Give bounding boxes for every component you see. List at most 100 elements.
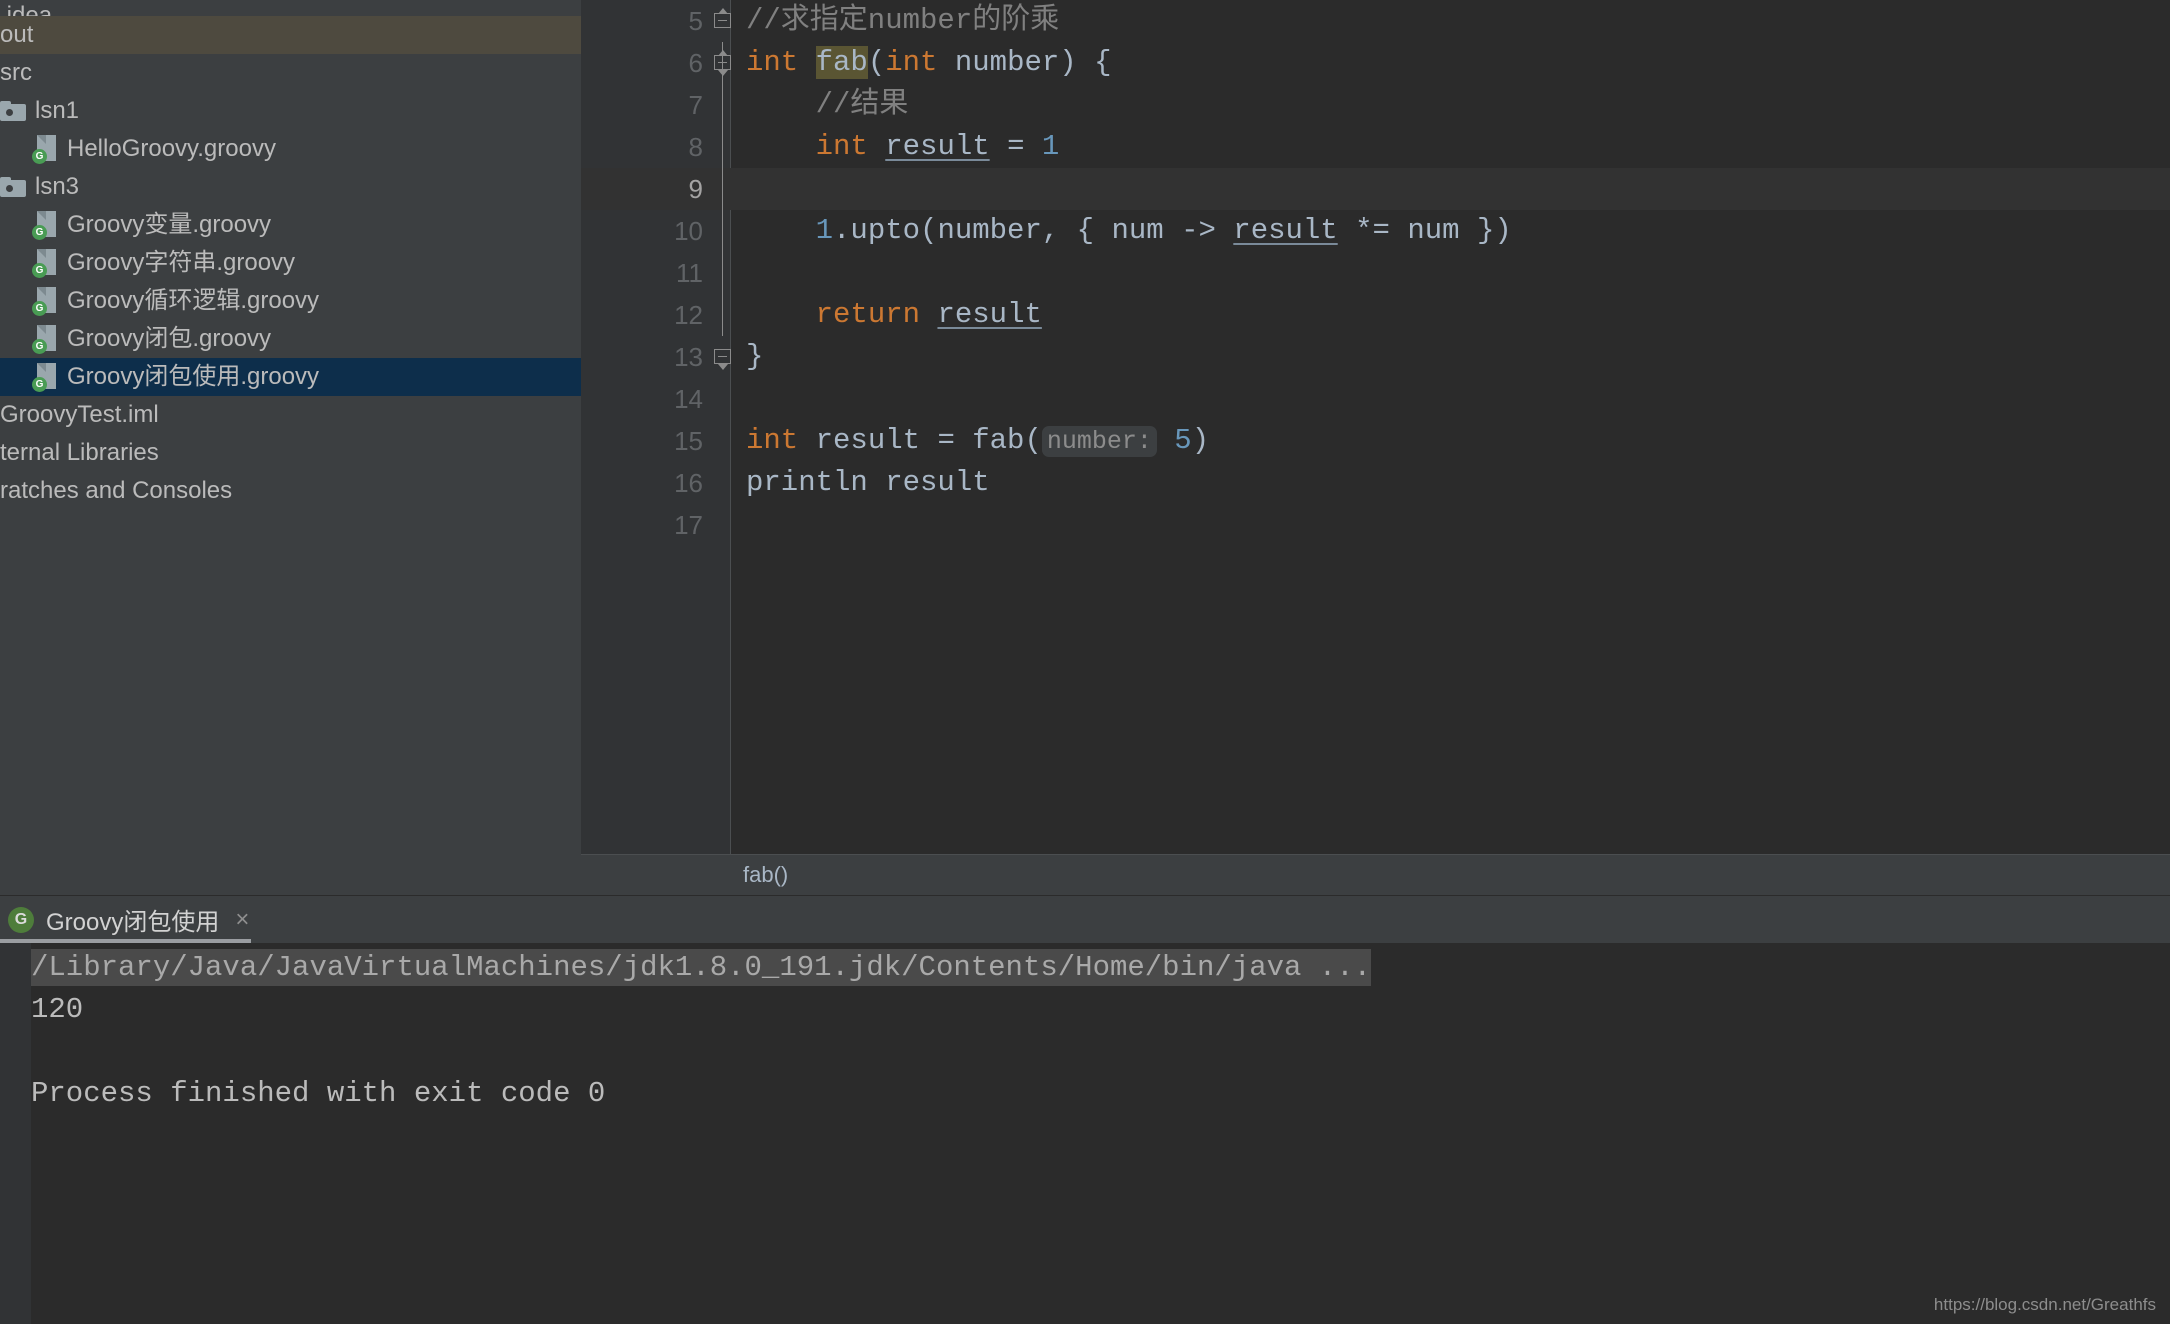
code-token: number:: [1041, 426, 1157, 457]
console-text[interactable]: /Library/Java/JavaVirtualMachines/jdk1.8…: [31, 943, 2170, 1324]
code-text: //结果: [746, 84, 909, 126]
watermark: https://blog.csdn.net/Greathfs: [1933, 1295, 2156, 1314]
tree-item-label: lsn1: [35, 97, 80, 124]
line-number: 15: [674, 426, 703, 456]
code-text: int result = fab(number: 5): [746, 420, 1209, 463]
tree-item[interactable]: G Groovy变量.groovy: [0, 206, 581, 244]
fold-guide-line: [722, 210, 723, 252]
console-gutter: [0, 943, 31, 1324]
tree-item[interactable]: G Groovy闭包使用.groovy: [0, 358, 581, 396]
code-token: .upto(number, { num ->: [833, 214, 1234, 247]
line-number: 13: [674, 342, 703, 372]
code-line[interactable]: 6 int fab(int number) {: [581, 42, 2170, 84]
code-token: fab: [815, 46, 868, 79]
code-line[interactable]: 9: [581, 168, 2170, 210]
breadcrumb-bar[interactable]: fab(): [581, 854, 2170, 895]
code-token: int: [815, 130, 868, 163]
code-token: int: [885, 46, 938, 79]
tree-item[interactable]: GroovyTest.iml: [0, 396, 581, 434]
groovy-file-icon: G: [32, 249, 58, 278]
folder-icon: [0, 101, 26, 121]
code-token: (: [867, 46, 886, 79]
fold-guide-line: [722, 252, 723, 294]
line-number: 9: [688, 174, 703, 204]
code-line[interactable]: 13}: [581, 336, 2170, 378]
code-line[interactable]: 8 int result = 1: [581, 126, 2170, 168]
folder-icon: [0, 177, 26, 197]
code-token: int: [746, 46, 799, 79]
run-tab-strip[interactable]: G Groovy闭包使用 ×: [0, 896, 2170, 943]
code-line[interactable]: 17: [581, 504, 2170, 546]
tree-item[interactable]: .idea: [0, 0, 581, 28]
groovy-icon: G: [8, 906, 34, 933]
line-number: 6: [688, 48, 703, 78]
tree-item-label: ratches and Consoles: [0, 477, 233, 504]
tree-item[interactable]: ratches and Consoles: [0, 472, 581, 510]
code-text: }: [746, 336, 763, 378]
console-line: 120: [31, 993, 84, 1026]
close-icon[interactable]: ×: [235, 906, 249, 934]
breadcrumb[interactable]: fab(): [743, 862, 788, 888]
tree-item-label: Groovy闭包.groovy: [67, 325, 272, 352]
code-token: result: [937, 298, 1042, 331]
tree-item[interactable]: G Groovy循环逻辑.groovy: [0, 282, 581, 320]
code-token: =: [989, 130, 1042, 163]
line-number: 8: [688, 132, 703, 162]
tree-item[interactable]: ternal Libraries: [0, 434, 581, 472]
code-line[interactable]: 12 return result: [581, 294, 2170, 336]
code-lines-container[interactable]: 5//求指定number的阶乘 6 int fab(int number) {7 /…: [581, 0, 2170, 854]
code-text: println result: [746, 462, 990, 504]
run-tab-groovy[interactable]: G Groovy闭包使用 ×: [0, 896, 263, 943]
run-tab-label: Groovy闭包使用: [46, 909, 220, 936]
tree-item-label: lsn3: [35, 173, 80, 200]
code-line[interactable]: 7 //结果: [581, 84, 2170, 126]
run-tool-window: G Groovy闭包使用 × /Library/Java/JavaVirtual…: [0, 896, 2170, 1324]
code-token: result: [885, 130, 990, 163]
console-output[interactable]: /Library/Java/JavaVirtualMachines/jdk1.8…: [0, 943, 2170, 1324]
line-number: 11: [676, 258, 703, 288]
tree-item[interactable]: lsn1: [0, 92, 581, 130]
code-token: result = fab(: [798, 424, 1042, 457]
line-number: 12: [674, 300, 703, 330]
code-line[interactable]: 15 int result = fab(number: 5): [581, 420, 2170, 462]
fold-marker-icon[interactable]: [714, 346, 732, 370]
tree-item[interactable]: lsn3: [0, 168, 581, 206]
tree-item[interactable]: out: [0, 16, 581, 54]
line-number: 7: [688, 90, 703, 120]
code-text: return result: [746, 294, 1042, 336]
console-line: Process finished with exit code 0: [31, 1077, 606, 1110]
line-number: 17: [674, 510, 703, 540]
project-tree-panel[interactable]: .ideaoutsrclsn1GHelloGroovy.groovylsn3GG…: [0, 0, 581, 895]
groovy-file-icon: G: [32, 135, 58, 164]
line-number: 5: [688, 6, 703, 36]
code-line[interactable]: 11: [581, 252, 2170, 294]
code-line[interactable]: 5 //求指定number的阶乘: [581, 0, 2170, 42]
code-text: //求指定number的阶乘: [746, 0, 1059, 42]
fold-marker-icon[interactable]: [714, 50, 732, 76]
code-text: int fab(int number) {: [746, 42, 1112, 84]
line-number: 14: [674, 384, 703, 414]
code-token: 5: [1174, 424, 1192, 457]
code-editor[interactable]: 5//求指定number的阶乘 6 int fab(int number) {7 /…: [581, 0, 2170, 854]
tree-item[interactable]: G HelloGroovy.groovy: [0, 130, 581, 168]
fold-guide-line: [722, 294, 723, 336]
tree-item[interactable]: G Groovy字符串.groovy: [0, 244, 581, 282]
tree-item-label: HelloGroovy.groovy: [67, 135, 276, 162]
fold-marker-icon[interactable]: [714, 8, 732, 32]
code-line[interactable]: 10 1.upto(number, { num -> result *= num…: [581, 210, 2170, 252]
groovy-file-icon: G: [32, 325, 58, 354]
line-number: 16: [674, 468, 703, 498]
tree-item[interactable]: G Groovy闭包.groovy: [0, 320, 581, 358]
code-line[interactable]: 16 println result: [581, 462, 2170, 504]
code-line[interactable]: 14: [581, 378, 2170, 420]
tree-item-label: Groovy变量.groovy: [67, 211, 272, 238]
tree-item-label: src: [0, 59, 32, 86]
code-token: result: [1233, 214, 1338, 247]
tree-item[interactable]: src: [0, 54, 581, 92]
fold-guide-line: [722, 126, 723, 168]
